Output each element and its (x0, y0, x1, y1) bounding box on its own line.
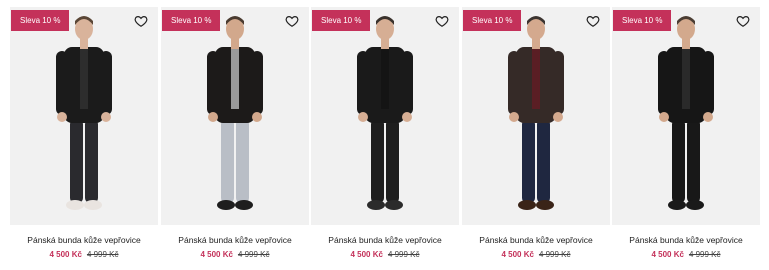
heart-outline-icon[interactable] (435, 14, 449, 28)
model-left-hand (358, 112, 368, 122)
product-card[interactable]: Sleva 10 % Pánská bunda kůže vepřovice 4… (10, 0, 158, 270)
model-left-leg (221, 119, 234, 203)
model-left-leg (70, 119, 83, 203)
price-row: 4 500 Kč 4 999 Kč (10, 250, 158, 259)
discount-badge: Sleva 10 % (613, 10, 672, 31)
model-right-hand (402, 112, 412, 122)
original-price: 4 999 Kč (237, 250, 270, 259)
sale-price: 4 500 Kč (200, 250, 233, 259)
price-row: 4 500 Kč 4 999 Kč (462, 250, 610, 259)
price-row: 4 500 Kč 4 999 Kč (612, 250, 760, 259)
model-right-leg (85, 119, 98, 203)
model-right-hand (101, 112, 111, 122)
model-left-hand (208, 112, 218, 122)
product-image[interactable] (311, 7, 459, 225)
product-name[interactable]: Pánská bunda kůže vepřovice (612, 235, 760, 245)
original-price: 4 999 Kč (538, 250, 571, 259)
model-shirt (80, 49, 88, 109)
model-photo (207, 16, 263, 210)
product-name[interactable]: Pánská bunda kůže vepřovice (311, 235, 459, 245)
model-photo (56, 16, 112, 210)
product-image[interactable] (161, 7, 309, 225)
model-shirt (231, 49, 239, 109)
model-left-leg (672, 119, 685, 203)
heart-outline-icon[interactable] (736, 14, 750, 28)
original-price: 4 999 Kč (688, 250, 721, 259)
model-left-shoe (518, 200, 536, 210)
model-photo (357, 16, 413, 210)
original-price: 4 999 Kč (387, 250, 420, 259)
model-photo (658, 16, 714, 210)
model-right-leg (537, 119, 550, 203)
model-left-shoe (66, 200, 84, 210)
model-left-shoe (668, 200, 686, 210)
product-name[interactable]: Pánská bunda kůže vepřovice (462, 235, 610, 245)
product-card[interactable]: Sleva 10 % Pánská bunda kůže vepřovice 4… (311, 0, 459, 270)
model-shirt (682, 49, 690, 109)
model-right-shoe (385, 200, 403, 210)
model-right-shoe (235, 200, 253, 210)
model-left-leg (371, 119, 384, 203)
model-photo (508, 16, 564, 210)
model-left-hand (509, 112, 519, 122)
original-price: 4 999 Kč (86, 250, 119, 259)
model-shirt (532, 49, 540, 109)
sale-price: 4 500 Kč (49, 250, 82, 259)
product-grid: Sleva 10 % Pánská bunda kůže vepřovice 4… (0, 0, 769, 270)
product-name[interactable]: Pánská bunda kůže vepřovice (161, 235, 309, 245)
product-image[interactable] (10, 7, 158, 225)
model-right-shoe (686, 200, 704, 210)
model-right-hand (553, 112, 563, 122)
model-left-hand (659, 112, 669, 122)
product-name[interactable]: Pánská bunda kůže vepřovice (10, 235, 158, 245)
model-right-leg (236, 119, 249, 203)
model-shirt (381, 49, 389, 109)
product-card[interactable]: Sleva 10 % Pánská bunda kůže vepřovice 4… (462, 0, 610, 270)
model-right-hand (252, 112, 262, 122)
heart-outline-icon[interactable] (134, 14, 148, 28)
model-left-shoe (217, 200, 235, 210)
heart-outline-icon[interactable] (285, 14, 299, 28)
model-right-shoe (536, 200, 554, 210)
model-right-hand (703, 112, 713, 122)
model-right-leg (687, 119, 700, 203)
discount-badge: Sleva 10 % (463, 10, 522, 31)
heart-outline-icon[interactable] (586, 14, 600, 28)
model-left-shoe (367, 200, 385, 210)
model-right-shoe (84, 200, 102, 210)
product-card[interactable]: Sleva 10 % Pánská bunda kůže vepřovice 4… (161, 0, 309, 270)
discount-badge: Sleva 10 % (162, 10, 221, 31)
price-row: 4 500 Kč 4 999 Kč (161, 250, 309, 259)
model-right-leg (386, 119, 399, 203)
model-left-hand (57, 112, 67, 122)
sale-price: 4 500 Kč (350, 250, 383, 259)
sale-price: 4 500 Kč (501, 250, 534, 259)
discount-badge: Sleva 10 % (11, 10, 70, 31)
price-row: 4 500 Kč 4 999 Kč (311, 250, 459, 259)
sale-price: 4 500 Kč (651, 250, 684, 259)
product-image[interactable] (612, 7, 760, 225)
product-card[interactable]: Sleva 10 % Pánská bunda kůže vepřovice 4… (612, 0, 760, 270)
model-left-leg (522, 119, 535, 203)
discount-badge: Sleva 10 % (312, 10, 371, 31)
product-image[interactable] (462, 7, 610, 225)
